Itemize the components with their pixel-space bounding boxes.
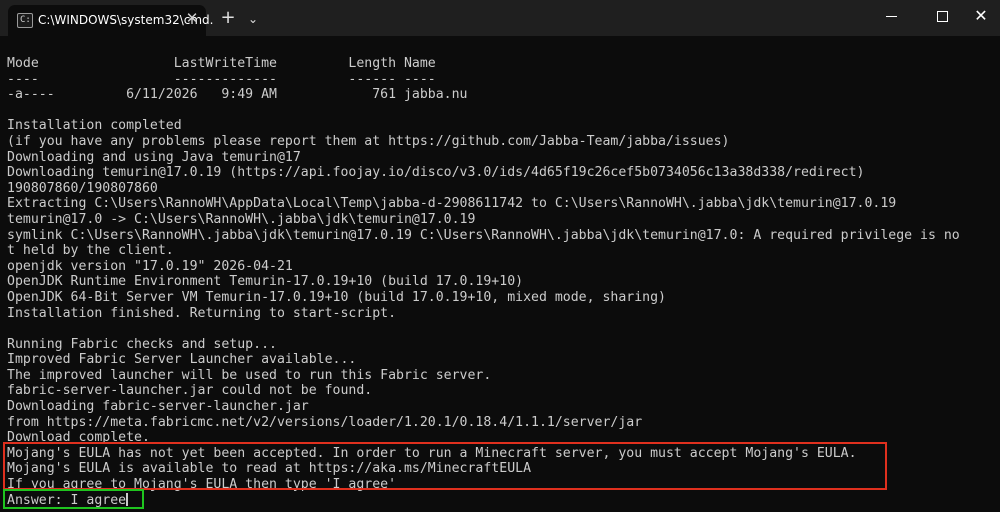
console-line: Downloading and using Java temurin@17 bbox=[7, 149, 301, 165]
eula-highlight-box bbox=[3, 442, 887, 490]
console-line: 190807860/190807860 bbox=[7, 180, 158, 196]
close-icon: ✕ bbox=[974, 6, 988, 25]
title-bar: C: C:\WINDOWS\system32\cmd. ✕ + ⌄ ✕ bbox=[0, 0, 1000, 36]
minimize-button[interactable] bbox=[869, 0, 915, 32]
console-line: Mode LastWriteTime Length Name bbox=[7, 56, 436, 71]
tab-dropdown-chevron-icon[interactable]: ⌄ bbox=[244, 9, 262, 29]
answer-highlight-box bbox=[3, 489, 144, 509]
console-line: Extracting C:\Users\RannoWH\AppData\Loca… bbox=[7, 196, 897, 212]
console-line: OpenJDK Runtime Environment Temurin-17.0… bbox=[7, 274, 524, 290]
console-line: openjdk version "17.0.19" 2026-04-21 bbox=[7, 258, 293, 274]
new-tab-button[interactable]: + bbox=[218, 9, 238, 29]
console-line: symlink C:\Users\RannoWH\.jabba\jdk\temu… bbox=[7, 227, 960, 243]
close-window-button[interactable]: ✕ bbox=[958, 0, 1000, 32]
console-line: The improved launcher will be used to ru… bbox=[7, 367, 492, 383]
tab-close-icon[interactable]: ✕ bbox=[184, 10, 200, 26]
console-line: from https://meta.fabricmc.net/v2/versio… bbox=[7, 414, 643, 430]
console-line: fabric-server-launcher.jar could not be … bbox=[7, 383, 373, 399]
terminal-tab[interactable]: C: C:\WINDOWS\system32\cmd. ✕ bbox=[8, 5, 213, 36]
maximize-icon bbox=[937, 11, 948, 22]
console-line: Running Fabric checks and setup... bbox=[7, 336, 277, 352]
console-line: OpenJDK 64-Bit Server VM Temurin-17.0.19… bbox=[7, 289, 666, 305]
console-input-line[interactable]: Answer: I agree bbox=[7, 492, 997, 509]
minimize-icon bbox=[886, 16, 897, 17]
console-line: Installation finished. Returning to star… bbox=[7, 305, 397, 321]
cmd-icon: C: bbox=[17, 13, 33, 28]
console-line: -a---- 6/11/2026 9:49 AM 761 jabba.nu bbox=[7, 87, 468, 103]
console-line: Downloading temurin@17.0.19 (https://api… bbox=[7, 165, 865, 181]
console-line: (if you have any problems please report … bbox=[7, 133, 730, 149]
console-output[interactable]: Mode LastWriteTime Length Name ---- -----… bbox=[7, 56, 997, 508]
console-line: t held by the client. bbox=[7, 243, 174, 259]
console-line: Improved Fabric Server Launcher availabl… bbox=[7, 352, 357, 368]
console-line: Downloading fabric-server-launcher.jar bbox=[7, 399, 309, 415]
console-line: Installation completed bbox=[7, 118, 182, 134]
console-line: temurin@17.0 -> C:\Users\RannoWH\.jabba\… bbox=[7, 211, 476, 227]
console-line: ---- ------------- ------ ---- bbox=[7, 71, 436, 87]
